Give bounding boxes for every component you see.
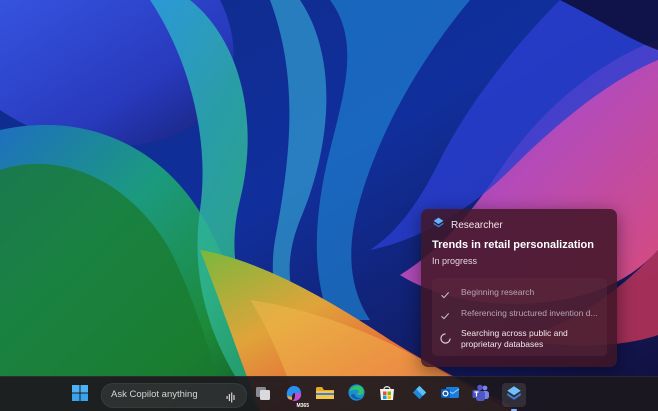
researcher-flyout[interactable]: Researcher Trends in retail personalizat… [421,209,617,367]
m365-copilot-button[interactable]: M365 [282,383,309,409]
outlook-icon [440,383,460,407]
azure-icon [410,383,429,407]
edge-icon [347,383,366,407]
copilot-search-box[interactable]: Ask Copilot anything [101,383,247,408]
research-step-label: Beginning research [461,287,535,297]
m365-badge: M365 [296,403,309,409]
research-title: Trends in retail personalization [432,239,594,251]
checkmark-icon [440,308,450,320]
file-explorer-button[interactable] [313,383,337,407]
task-view-button[interactable] [251,383,275,407]
desktop: Researcher Trends in retail personalizat… [0,0,658,411]
store-icon [378,384,396,407]
checkmark-icon [440,287,450,299]
researcher-header: Researcher [432,216,503,234]
researcher-app-name: Researcher [451,219,503,231]
copilot-search-placeholder: Ask Copilot anything [111,389,198,400]
researcher-icon [432,216,445,234]
windows-logo-icon [71,384,89,407]
voice-input-icon[interactable] [226,390,236,403]
store-button[interactable] [375,383,399,407]
outlook-button[interactable] [438,383,462,407]
researcher-icon [505,384,523,407]
research-steps-list: Beginning research Referencing structure… [432,278,607,356]
taskbar: Ask Copilot anything M365 [0,376,658,411]
edge-button[interactable] [344,383,368,407]
researcher-taskbar-button[interactable] [502,383,526,411]
research-step-label: Referencing structured invention d... [461,308,598,318]
azure-button[interactable] [407,383,431,407]
start-button[interactable] [68,383,92,407]
research-step-label: Searching across public and proprietary … [461,328,568,349]
teams-icon [471,383,491,408]
teams-button[interactable] [469,383,493,407]
folder-icon [315,384,335,407]
research-status: In progress [432,256,478,266]
task-view-icon [254,384,272,407]
spinner-icon [440,331,451,344]
